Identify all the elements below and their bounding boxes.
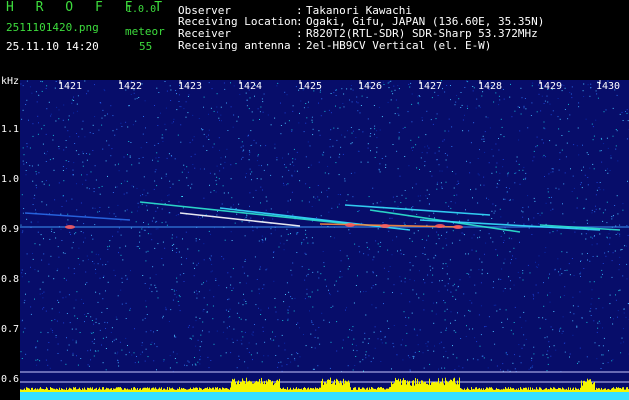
echo-hotspot [453,225,463,229]
x-tick-label: 1422 [118,81,143,92]
x-tick-label: 1429 [538,81,563,92]
y-tick-label: 0.9 [1,224,20,235]
y-tick-label: 0.7 [1,324,20,335]
meteor-label: meteor [125,25,165,38]
info-key-receiver: Receiver [178,27,231,40]
x-tick-label: 1425 [298,81,323,92]
info-separator: : [296,27,303,40]
x-tick-label: 1430 [596,81,621,92]
info-value-location: Ogaki, Gifu, JAPAN (136.60E, 35.35N) [306,15,545,28]
meteor-echo [419,219,601,231]
x-tick-label: 1421 [58,81,83,92]
app-version: 1.0.0 [126,4,157,15]
baseline-band [20,392,629,400]
spectrogram [20,80,629,400]
x-tick-label: 1424 [238,81,263,92]
info-separator: : [296,15,303,28]
y-tick-label: 1.0 [1,174,20,185]
echo-hotspot [435,224,445,228]
info-separator: : [296,39,303,52]
x-tick-label: 1427 [418,81,443,92]
meteor-echo [344,204,491,216]
echo-hotspot [65,225,75,229]
echo-hotspot [380,224,390,228]
meteor-count: 55 [139,40,153,53]
info-value-antenna: 2el-HB9CV Vertical (el. E-W) [306,39,492,52]
spectrogram-canvas [20,80,629,400]
datetime: 25.11.10 14:20 [6,40,99,53]
file-name: 2511101420.png [6,21,99,34]
y-tick-label: 1.1 [1,124,20,135]
y-tick-label: 0.6 [1,374,20,385]
y-tick-label: 0.8 [1,274,20,285]
info-key-antenna: Receiving antenna [178,39,291,52]
info-key-location: Receiving Location [178,15,298,28]
x-tick-label: 1428 [478,81,503,92]
echo-hotspot [345,223,355,227]
x-tick-label: 1426 [358,81,383,92]
info-value-receiver: R820T2(RTL-SDR) SDR-Sharp 53.372MHz [306,27,538,40]
y-axis-unit: kHz [1,76,20,87]
signal-level-bars [20,377,629,392]
x-tick-label: 1423 [178,81,203,92]
